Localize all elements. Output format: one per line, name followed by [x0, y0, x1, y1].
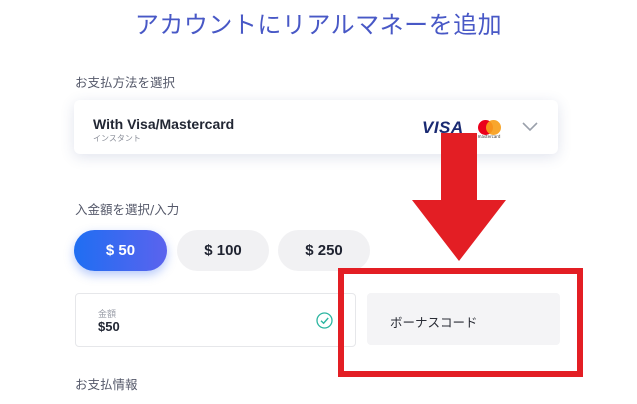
annotation-highlight-box — [338, 268, 583, 377]
payment-info-label: お支払情報 — [75, 377, 138, 392]
down-arrow-icon — [412, 133, 506, 261]
deposit-amount-label: 入金額を選択/入力 — [75, 202, 180, 217]
amount-option-250-button[interactable]: $ 250 — [278, 230, 370, 271]
amount-field-value: $50 — [98, 319, 120, 334]
amount-option-100-button[interactable]: $ 100 — [177, 230, 269, 271]
check-circle-icon — [316, 312, 333, 329]
payment-method-name: With Visa/Mastercard — [93, 116, 235, 132]
amount-option-50-button[interactable]: $ 50 — [74, 230, 167, 271]
payment-method-subtitle: インスタント — [93, 134, 141, 143]
chevron-down-icon[interactable] — [522, 122, 538, 132]
page-title: アカウントにリアルマネーを追加 — [134, 11, 503, 39]
payment-method-label: お支払方法を選択 — [75, 75, 176, 90]
amount-input[interactable]: 金額 $50 — [75, 293, 356, 347]
